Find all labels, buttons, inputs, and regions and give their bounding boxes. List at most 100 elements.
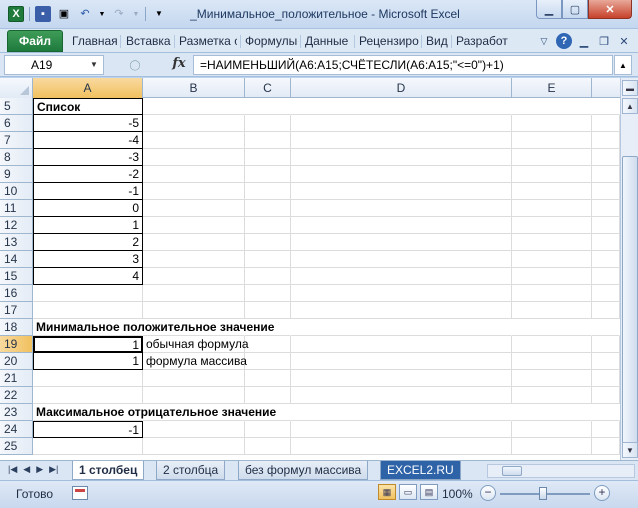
cell-f18[interactable] xyxy=(592,319,620,336)
cell-a18[interactable]: Минимальное положительное значение xyxy=(33,319,274,336)
cell-d16[interactable] xyxy=(291,285,512,302)
page-break-view-icon[interactable]: ▤ xyxy=(420,484,438,500)
cell-f16[interactable] xyxy=(592,285,620,302)
cell-d24[interactable] xyxy=(291,421,512,438)
row-header[interactable]: 16 xyxy=(0,285,33,302)
cell-c20[interactable] xyxy=(245,353,291,370)
row-header[interactable]: 12 xyxy=(0,217,33,234)
column-header-a[interactable]: A xyxy=(33,78,143,98)
cell-d5[interactable] xyxy=(291,98,512,115)
cell-e22[interactable] xyxy=(512,387,592,404)
redo-icon[interactable]: ↷ xyxy=(111,6,127,22)
workbook-close-icon[interactable]: ✕ xyxy=(616,33,632,49)
cell-a14[interactable]: 3 xyxy=(33,251,143,268)
row-header[interactable]: 25 xyxy=(0,438,33,455)
vertical-scrollbar[interactable]: ▬ ▲ ▼ xyxy=(620,78,638,460)
split-box-icon[interactable]: ▬ xyxy=(622,80,638,96)
cell-a9[interactable]: -2 xyxy=(33,166,143,183)
cell-b16[interactable] xyxy=(143,285,245,302)
cell-a13[interactable]: 2 xyxy=(33,234,143,251)
cell-f7[interactable] xyxy=(592,132,620,149)
row-header[interactable]: 6 xyxy=(0,115,33,132)
insert-function-button[interactable]: fx xyxy=(167,55,191,75)
cell-b15[interactable] xyxy=(143,268,245,285)
cell-b11[interactable] xyxy=(143,200,245,217)
cell-f13[interactable] xyxy=(592,234,620,251)
row-header[interactable]: 18 xyxy=(0,319,33,336)
cell-d9[interactable] xyxy=(291,166,512,183)
cell-e13[interactable] xyxy=(512,234,592,251)
cell-e12[interactable] xyxy=(512,217,592,234)
cell-f24[interactable] xyxy=(592,421,620,438)
workbook-minimize-icon[interactable]: ▁ xyxy=(576,33,592,49)
cell-f14[interactable] xyxy=(592,251,620,268)
cell-e19[interactable] xyxy=(512,336,592,353)
cell-c11[interactable] xyxy=(245,200,291,217)
cell-d13[interactable] xyxy=(291,234,512,251)
cell-e18[interactable] xyxy=(512,319,592,336)
cell-f10[interactable] xyxy=(592,183,620,200)
cell-b10[interactable] xyxy=(143,183,245,200)
cell-b7[interactable] xyxy=(143,132,245,149)
cell-d23[interactable] xyxy=(291,404,512,421)
vertical-scroll-thumb[interactable] xyxy=(622,156,638,456)
zoom-level[interactable]: 100% xyxy=(442,487,473,501)
cell-d18[interactable] xyxy=(291,319,512,336)
column-header-c[interactable]: C xyxy=(245,78,291,98)
cell-a24[interactable]: -1 xyxy=(33,421,143,438)
row-header[interactable]: 20 xyxy=(0,353,33,370)
cell-f9[interactable] xyxy=(592,166,620,183)
cell-c15[interactable] xyxy=(245,268,291,285)
cell-c22[interactable] xyxy=(245,387,291,404)
cell-e25[interactable] xyxy=(512,438,592,455)
cell-b6[interactable] xyxy=(143,115,245,132)
cell-b19[interactable]: обычная формула xyxy=(143,336,249,353)
cell-c10[interactable] xyxy=(245,183,291,200)
row-header[interactable]: 13 xyxy=(0,234,33,251)
next-sheet-icon[interactable]: ▶ xyxy=(36,464,43,475)
cell-f8[interactable] xyxy=(592,149,620,166)
cell-d11[interactable] xyxy=(291,200,512,217)
row-header[interactable]: 17 xyxy=(0,302,33,319)
cell-c19[interactable] xyxy=(245,336,291,353)
cell-c7[interactable] xyxy=(245,132,291,149)
row-header[interactable]: 9 xyxy=(0,166,33,183)
cell-a10[interactable]: -1 xyxy=(33,183,143,200)
expand-formula-bar-icon[interactable]: ▲ xyxy=(614,55,632,75)
cell-f23[interactable] xyxy=(592,404,620,421)
cell-c5[interactable] xyxy=(245,98,291,115)
cell-e20[interactable] xyxy=(512,353,592,370)
tab-home[interactable]: Главная xyxy=(72,34,118,48)
cell-c21[interactable] xyxy=(245,370,291,387)
cell-c25[interactable] xyxy=(245,438,291,455)
cell-f17[interactable] xyxy=(592,302,620,319)
cell-f12[interactable] xyxy=(592,217,620,234)
cell-d17[interactable] xyxy=(291,302,512,319)
prev-sheet-icon[interactable]: ◀ xyxy=(23,464,30,475)
sheet-tab-2-stolbca[interactable]: 2 столбца xyxy=(156,461,226,480)
cell-e15[interactable] xyxy=(512,268,592,285)
cell-a11[interactable]: 0 xyxy=(33,200,143,217)
cell-f11[interactable] xyxy=(592,200,620,217)
cell-d21[interactable] xyxy=(291,370,512,387)
row-header[interactable]: 22 xyxy=(0,387,33,404)
save-icon[interactable]: ▪ xyxy=(35,6,51,22)
cell-c16[interactable] xyxy=(245,285,291,302)
minimize-ribbon-icon[interactable]: ▽ xyxy=(536,33,552,49)
normal-view-icon[interactable]: ▦ xyxy=(378,484,396,500)
cell-b12[interactable] xyxy=(143,217,245,234)
column-header-next[interactable] xyxy=(592,78,620,98)
cell-e9[interactable] xyxy=(512,166,592,183)
cell-e16[interactable] xyxy=(512,285,592,302)
cell-a15[interactable]: 4 xyxy=(33,268,143,285)
cell-f22[interactable] xyxy=(592,387,620,404)
sheet-tab-excel2[interactable]: EXCEL2.RU xyxy=(380,461,461,480)
cell-c14[interactable] xyxy=(245,251,291,268)
cell-e10[interactable] xyxy=(512,183,592,200)
horizontal-scrollbar[interactable] xyxy=(487,464,635,478)
cell-d15[interactable] xyxy=(291,268,512,285)
cell-b25[interactable] xyxy=(143,438,245,455)
tab-view[interactable]: Вид xyxy=(426,34,448,48)
first-sheet-icon[interactable]: |◀ xyxy=(8,464,17,475)
horizontal-scroll-thumb[interactable] xyxy=(502,466,522,476)
